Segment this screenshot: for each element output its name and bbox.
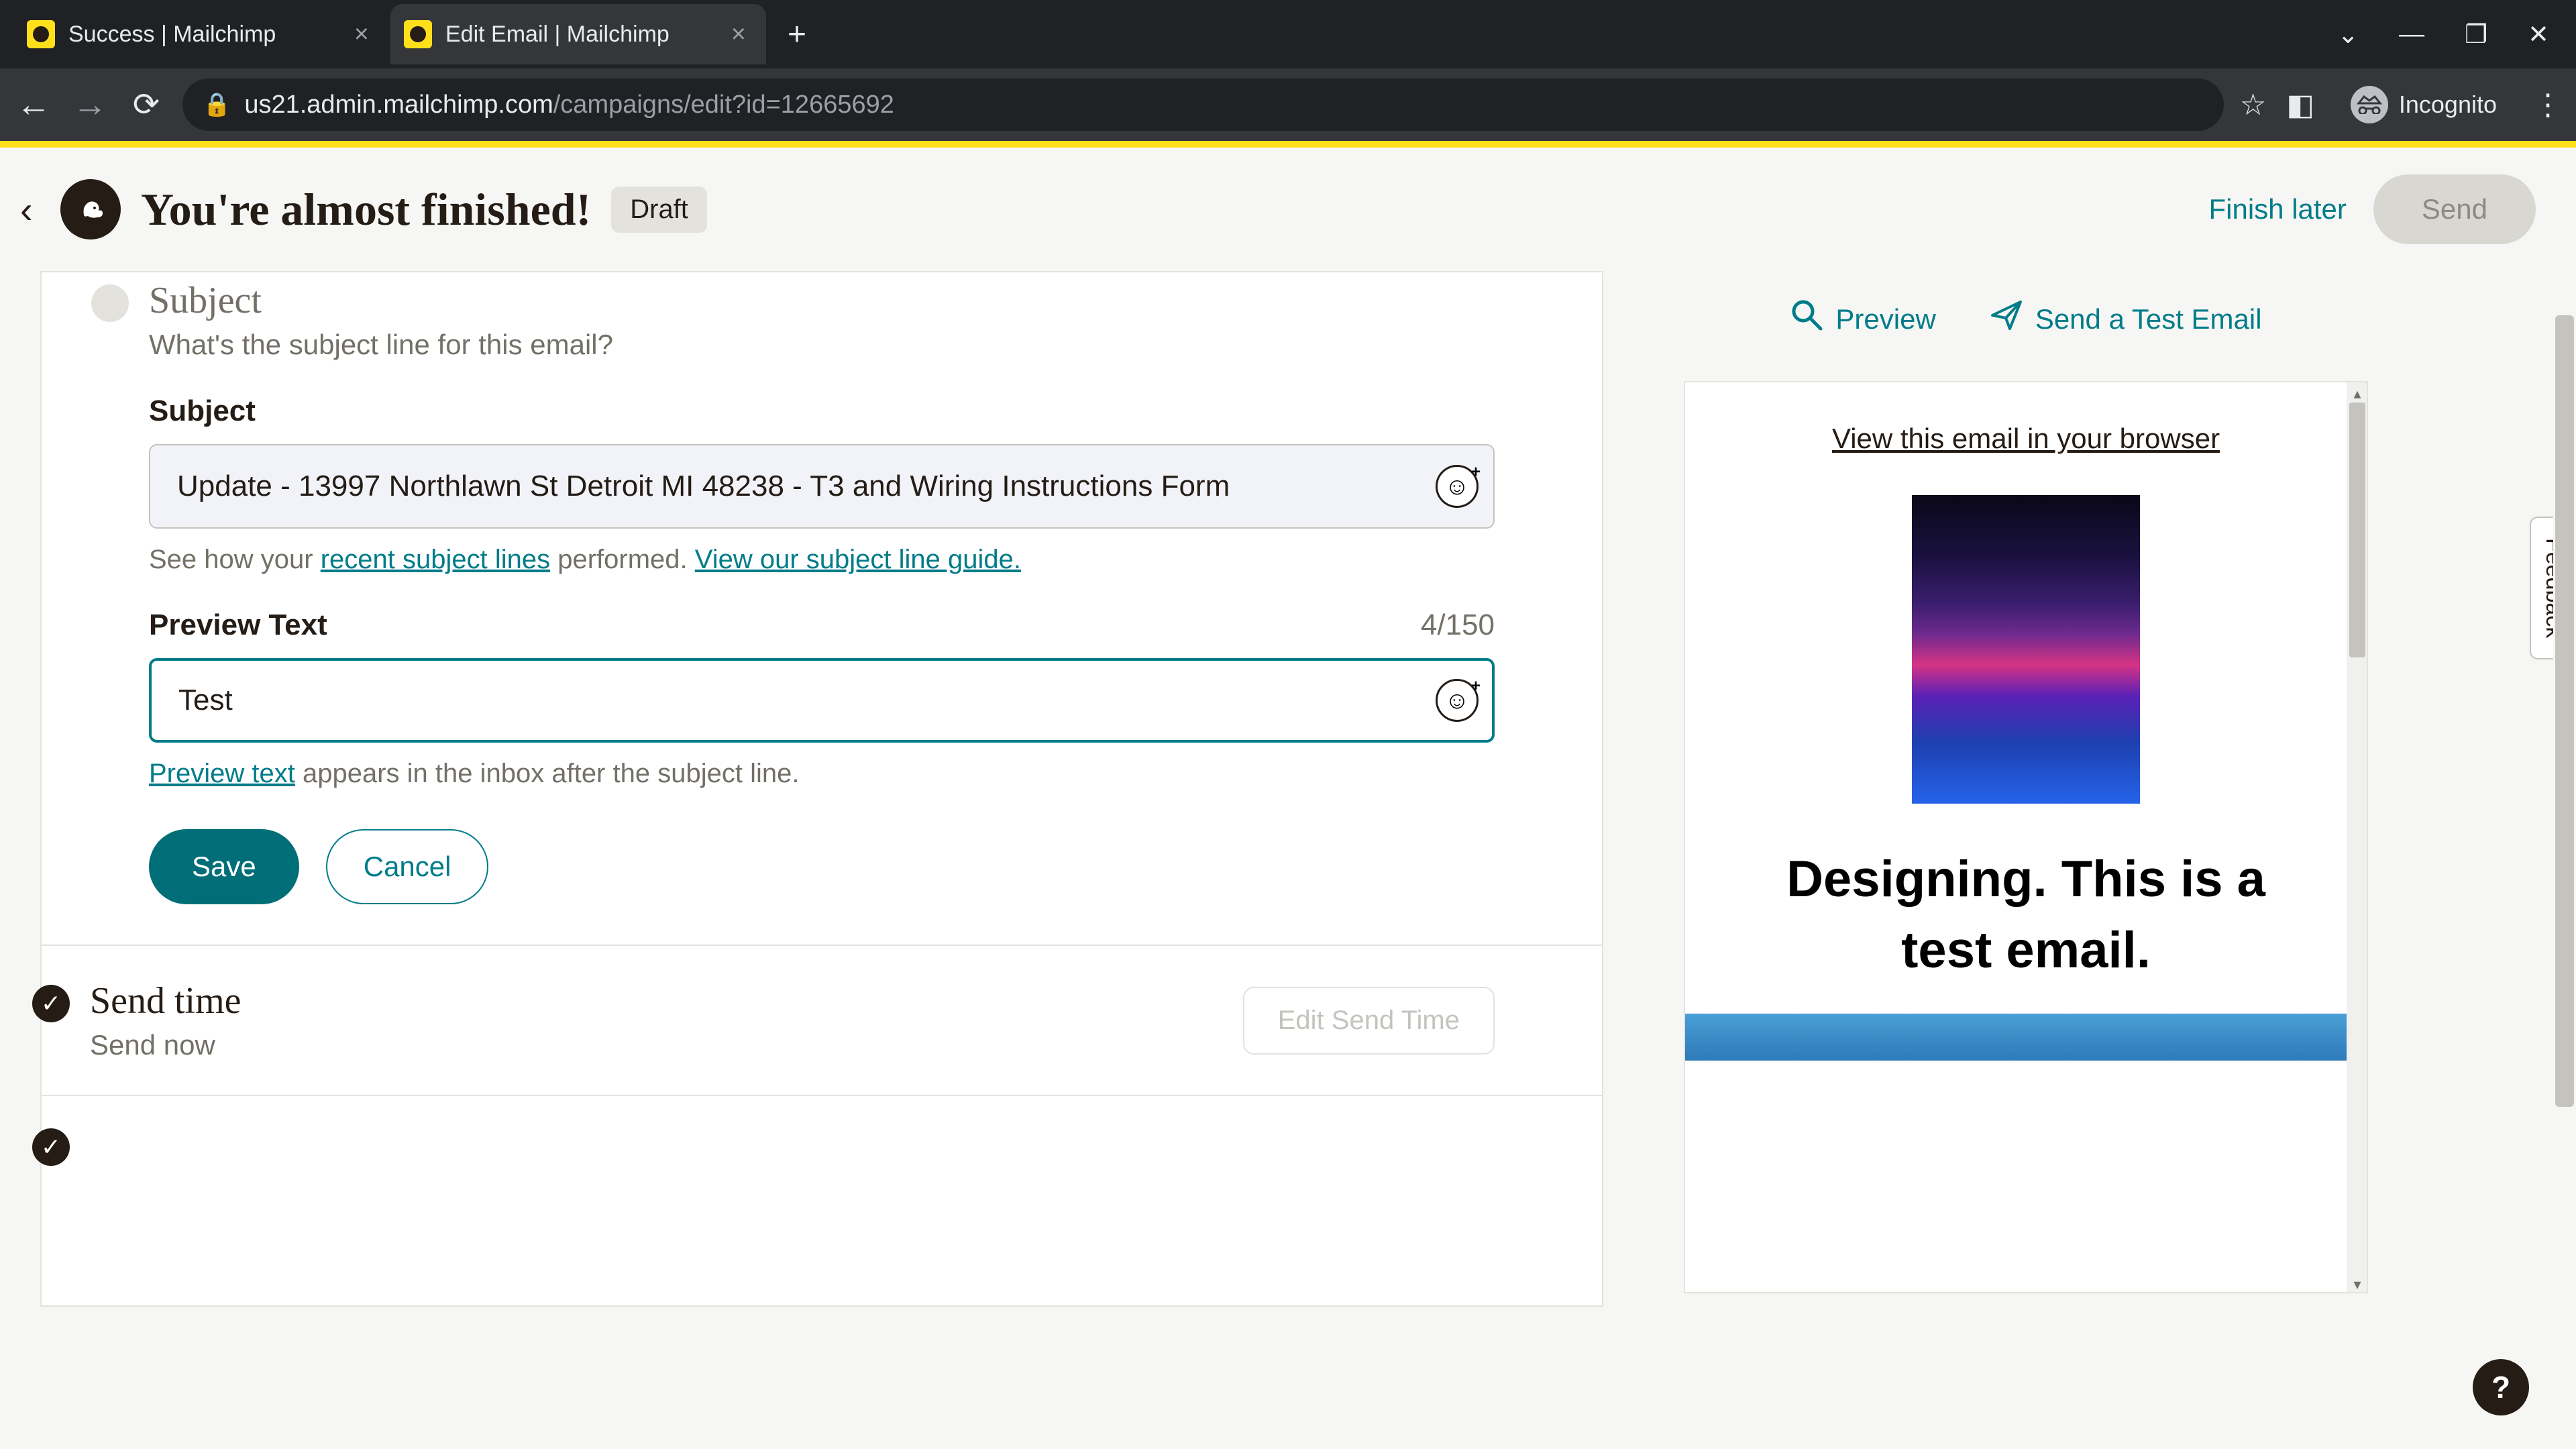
scrollbar-thumb[interactable] [2349,402,2365,657]
window-controls: ⌄ — ❐ ✕ [2337,19,2563,50]
mailchimp-favicon-icon [404,20,432,48]
section-header: Subject What's the subject line for this… [149,279,1495,361]
preview-hero-image [1912,495,2140,804]
smiley-icon: ☺ [1445,686,1470,714]
preview-heading: Designing. This is a test email. [1739,844,2313,987]
chevron-down-icon[interactable]: ⌄ [2337,19,2359,50]
address-bar[interactable]: 🔒 us21.admin.mailchimp.com/campaigns/edi… [182,78,2224,131]
send-test-email-button[interactable]: Send a Test Email [1990,298,2262,341]
tab-title: Success | Mailchimp [68,21,341,48]
subject-input-wrapper: ☺+ [149,444,1495,529]
status-check-icon: ✓ [32,1128,70,1166]
plus-icon: + [1471,677,1481,696]
url-host: us21.admin.mailchimp.com [244,91,553,119]
extensions-icon[interactable]: ◧ [2286,88,2314,122]
scroll-down-arrow-icon[interactable]: ▾ [2351,1276,2364,1289]
close-window-icon[interactable]: ✕ [2528,19,2549,50]
subject-helper-text: See how your recent subject lines perfor… [149,545,1495,575]
subject-field-label: Subject [149,394,1495,428]
send-time-left: ✓ Send time Send now [90,979,241,1061]
browser-tab[interactable]: Success | Mailchimp × [13,4,389,64]
subject-line-guide-link[interactable]: View our subject line guide. [695,545,1021,574]
page-content: ‹ You're almost finished! Draft Finish l… [0,141,2576,1449]
finish-later-link[interactable]: Finish later [2209,193,2347,225]
smiley-icon: ☺ [1445,472,1470,500]
status-circle-icon [91,284,129,322]
help-button[interactable]: ? [2473,1359,2529,1415]
email-preview-frame: View this email in your browser Designin… [1684,381,2368,1293]
mailchimp-favicon-icon [27,20,55,48]
main-panel: Subject What's the subject line for this… [40,271,1603,1307]
subject-section: Subject What's the subject line for this… [42,272,1602,946]
back-button[interactable]: ← [13,85,54,125]
preview-button[interactable]: Preview [1790,298,1935,341]
page-header: ‹ You're almost finished! Draft Finish l… [0,148,2576,271]
menu-dots-icon[interactable]: ⋮ [2533,88,2563,122]
status-badge: Draft [611,186,707,233]
button-row: Save Cancel [149,829,1495,904]
save-button[interactable]: Save [149,829,299,904]
send-time-title: Send time [90,979,241,1022]
brand-accent-bar [0,141,2576,148]
header-actions: Finish later Send [2209,174,2536,244]
preview-input-wrapper: ☺+ [149,658,1495,743]
recent-subject-lines-link[interactable]: recent subject lines [321,545,550,574]
close-tab-icon[interactable]: × [731,20,746,49]
mailchimp-logo-icon[interactable] [60,179,121,239]
preview-image-strip [1685,1014,2367,1061]
char-count: 4/150 [1421,608,1495,642]
section-subtitle: What's the subject line for this email? [149,329,613,361]
back-chevron-icon[interactable]: ‹ [20,188,60,231]
sidebar: Preview Send a Test Email View this emai… [1657,271,2395,1307]
content-area: Subject What's the subject line for this… [0,271,2576,1307]
address-bar-row: ← → ⟳ 🔒 us21.admin.mailchimp.com/campaig… [0,68,2576,141]
plus-icon: + [1471,463,1481,482]
new-tab-button[interactable]: + [767,16,826,53]
preview-helper-text: Preview text appears in the inbox after … [149,759,1495,789]
scrollbar-thumb[interactable] [2555,315,2574,1107]
close-tab-icon[interactable]: × [354,20,369,49]
url-path: /campaigns/edit?id=12665692 [553,91,894,119]
preview-content: View this email in your browser Designin… [1685,382,2367,1101]
reload-button[interactable]: ⟳ [126,86,166,123]
status-check-icon: ✓ [32,985,70,1022]
preview-text-link[interactable]: Preview text [149,759,295,788]
emoji-picker-button[interactable]: ☺+ [1436,465,1479,508]
preview-text-input[interactable] [149,658,1495,743]
minimize-icon[interactable]: — [2399,20,2424,49]
lock-icon: 🔒 [203,91,231,118]
send-icon [1990,298,2025,341]
incognito-icon [2351,86,2388,123]
incognito-label: Incognito [2399,91,2497,119]
tab-bar: Success | Mailchimp × Edit Email | Mailc… [0,0,2576,68]
subject-input[interactable] [149,444,1495,529]
section-title: Subject [149,279,613,322]
sidebar-actions: Preview Send a Test Email [1657,271,2395,368]
browser-chrome: Success | Mailchimp × Edit Email | Mailc… [0,0,2576,141]
cancel-button[interactable]: Cancel [326,829,489,904]
toolbar-icons: ☆ ◧ Incognito ⋮ [2240,79,2563,130]
send-time-value: Send now [90,1029,241,1061]
preview-scrollbar[interactable]: ▴ ▾ [2347,382,2367,1292]
view-in-browser-link[interactable]: View this email in your browser [1739,423,2313,455]
preview-text-label: Preview Text 4/150 [149,608,1495,642]
bookmark-star-icon[interactable]: ☆ [2240,88,2266,122]
emoji-picker-button[interactable]: ☺+ [1436,679,1479,722]
tab-title: Edit Email | Mailchimp [445,21,718,48]
maximize-icon[interactable]: ❐ [2465,19,2487,50]
page-scrollbar[interactable] [2553,275,2576,1375]
edit-send-time-button[interactable]: Edit Send Time [1243,987,1495,1055]
page-title: You're almost finished! [141,183,591,236]
browser-tab-active[interactable]: Edit Email | Mailchimp × [390,4,766,64]
incognito-badge[interactable]: Incognito [2334,79,2513,130]
next-section-stub: ✓ [42,1095,1602,1166]
scroll-up-arrow-icon[interactable]: ▴ [2351,385,2364,398]
search-icon [1790,298,1825,341]
forward-button[interactable]: → [70,85,110,125]
send-time-section: ✓ Send time Send now Edit Send Time [42,946,1602,1095]
send-button[interactable]: Send [2373,174,2536,244]
